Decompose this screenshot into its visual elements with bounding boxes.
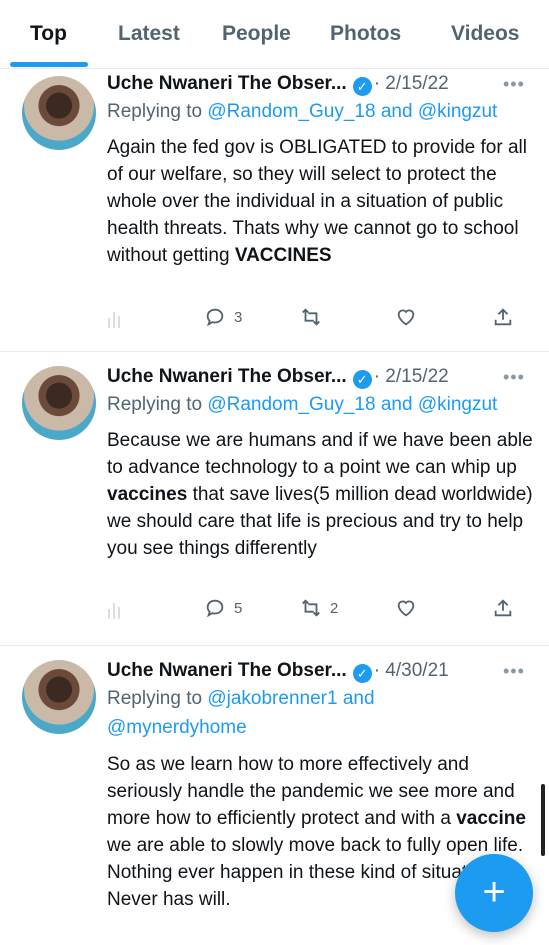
tweet-item[interactable]: Uche Nwaneri The Obser... ✓ · 2/15/22 ••• … (0, 352, 549, 646)
avatar[interactable] (22, 366, 96, 440)
reply-context: Replying to @Random_Guy_18 and @kingzut (107, 101, 497, 123)
tweet-date[interactable]: · 2/15/22 (374, 73, 449, 94)
more-options-icon[interactable]: ••• (503, 661, 525, 682)
tweet-date[interactable]: · 2/15/22 (374, 366, 449, 387)
author-name[interactable]: Uche Nwaneri The Obser... (107, 660, 347, 681)
analytics-icon[interactable] (108, 312, 120, 328)
reply-handles[interactable]: @jakobrenner1 and (207, 688, 374, 709)
author-name[interactable]: Uche Nwaneri The Obser... (107, 366, 347, 387)
tweet-actions: 5 2 (0, 597, 549, 627)
tab-people[interactable]: People (222, 22, 291, 46)
compose-tweet-button[interactable]: + (455, 854, 533, 932)
tweet-actions: 3 (0, 306, 549, 336)
tab-top[interactable]: Top (30, 22, 67, 46)
tab-photos[interactable]: Photos (330, 22, 401, 46)
analytics-icon[interactable] (108, 603, 120, 619)
tweet-text-bold: VACCINES (234, 245, 332, 266)
more-options-icon[interactable]: ••• (503, 74, 525, 95)
verified-badge-icon: ✓ (352, 370, 372, 389)
share-button[interactable] (492, 597, 514, 619)
scrollbar[interactable] (541, 784, 545, 856)
replying-to-label: Replying to (107, 688, 203, 709)
avatar[interactable] (22, 76, 96, 150)
active-tab-indicator (10, 62, 88, 67)
tab-videos[interactable]: Videos (451, 22, 519, 46)
retweet-button[interactable] (300, 306, 330, 328)
share-button[interactable] (492, 306, 514, 328)
replying-to-label: Replying to (107, 394, 203, 415)
tab-latest[interactable]: Latest (118, 22, 180, 46)
reply-handles-continued[interactable]: @mynerdyhome (107, 717, 247, 739)
reply-icon (206, 308, 224, 327)
like-button[interactable] (395, 597, 425, 619)
reply-button[interactable]: 5 (204, 597, 242, 619)
retweet-count: 2 (330, 599, 339, 617)
retweet-icon (302, 308, 320, 326)
reply-count: 5 (234, 599, 243, 617)
author-name[interactable]: Uche Nwaneri The Obser... (107, 73, 347, 94)
tweet-text: Because we are humans and if we have bee… (107, 427, 537, 562)
share-icon (494, 599, 512, 617)
tweet-header: Uche Nwaneri The Obser... ✓ · 2/15/22 (107, 366, 449, 389)
avatar[interactable] (22, 660, 96, 734)
tweet-item[interactable]: Uche Nwaneri The Obser... ✓ · 2/15/22 ••• … (0, 68, 549, 352)
reply-button[interactable]: 3 (204, 306, 242, 328)
like-button[interactable] (395, 306, 425, 328)
tweet-text-segment: So as we learn how to more effectively a… (107, 754, 515, 829)
tweet-header: Uche Nwaneri The Obser... ✓ · 4/30/21 (107, 660, 449, 683)
retweet-icon (302, 599, 320, 617)
verified-badge-icon: ✓ (352, 664, 372, 683)
search-tabs: Top Latest People Photos Videos (0, 0, 549, 69)
verified-badge-icon: ✓ (352, 77, 372, 96)
replying-to-label: Replying to (107, 101, 203, 122)
reply-icon (206, 599, 224, 618)
retweet-button[interactable]: 2 (300, 597, 338, 619)
tweet-header: Uche Nwaneri The Obser... ✓ · 2/15/22 (107, 73, 449, 96)
reply-context: Replying to @Random_Guy_18 and @kingzut (107, 394, 497, 416)
reply-count: 3 (234, 308, 243, 326)
reply-handles[interactable]: @Random_Guy_18 and @kingzut (207, 394, 497, 415)
tweet-date[interactable]: · 4/30/21 (374, 660, 449, 681)
reply-handles[interactable]: @Random_Guy_18 and @kingzut (207, 101, 497, 122)
heart-icon (397, 309, 415, 326)
tweet-text-segment: Because we are humans and if we have bee… (107, 430, 533, 478)
tweet-text-bold: vaccines (107, 484, 188, 505)
reply-context: Replying to @jakobrenner1 and (107, 688, 375, 710)
tweet-text: Again the fed gov is OBLIGATED to provid… (107, 134, 537, 269)
share-icon (494, 308, 512, 326)
more-options-icon[interactable]: ••• (503, 367, 525, 388)
tweet-text-bold: vaccine (456, 808, 526, 829)
heart-icon (397, 600, 415, 617)
